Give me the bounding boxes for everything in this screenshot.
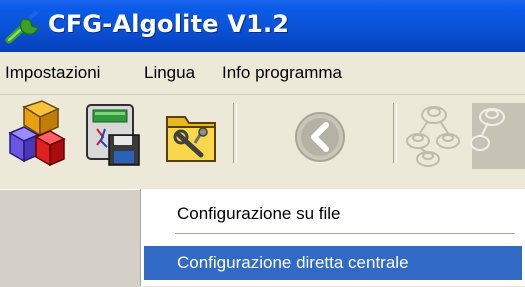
toolbar-separator (393, 103, 397, 163)
menu-info-programma[interactable]: Info programma (222, 52, 342, 94)
menu-item-configurazione-diretta-centrale[interactable]: Configurazione diretta centrale (144, 246, 522, 280)
menu-bar: Impostazioni Lingua Info programma (0, 52, 525, 95)
toolbar-button-network-2[interactable] (470, 99, 525, 171)
menu-lingua[interactable]: Lingua (144, 52, 195, 94)
toolbar (0, 95, 525, 189)
toolbar-button-back[interactable] (290, 99, 350, 171)
work-area (0, 189, 140, 287)
device-save-icon (83, 99, 143, 171)
dropdown-menu: Configurazione su file Configurazione di… (140, 189, 525, 286)
network-nodes-icon (404, 99, 464, 171)
toolbar-button-device-save[interactable] (83, 99, 143, 171)
toolbar-button-folder-tools[interactable] (161, 99, 221, 171)
wrench-icon (3, 10, 47, 44)
back-arrow-icon (290, 99, 350, 171)
menu-item-configurazione-su-file[interactable]: Configurazione su file (144, 197, 522, 231)
folder-tools-icon (161, 99, 221, 171)
shapes-blocks-icon (6, 99, 66, 171)
toolbar-button-network[interactable] (404, 99, 464, 171)
toolbar-separator (233, 103, 237, 163)
toolbar-button-blocks[interactable] (6, 99, 66, 171)
network-nodes-icon (470, 99, 525, 171)
title-bar[interactable]: CFG-Algolite V1.2 (0, 0, 525, 52)
menu-separator (175, 233, 515, 235)
window-title: CFG-Algolite V1.2 (48, 10, 290, 38)
menu-impostazioni[interactable]: Impostazioni (5, 52, 100, 94)
